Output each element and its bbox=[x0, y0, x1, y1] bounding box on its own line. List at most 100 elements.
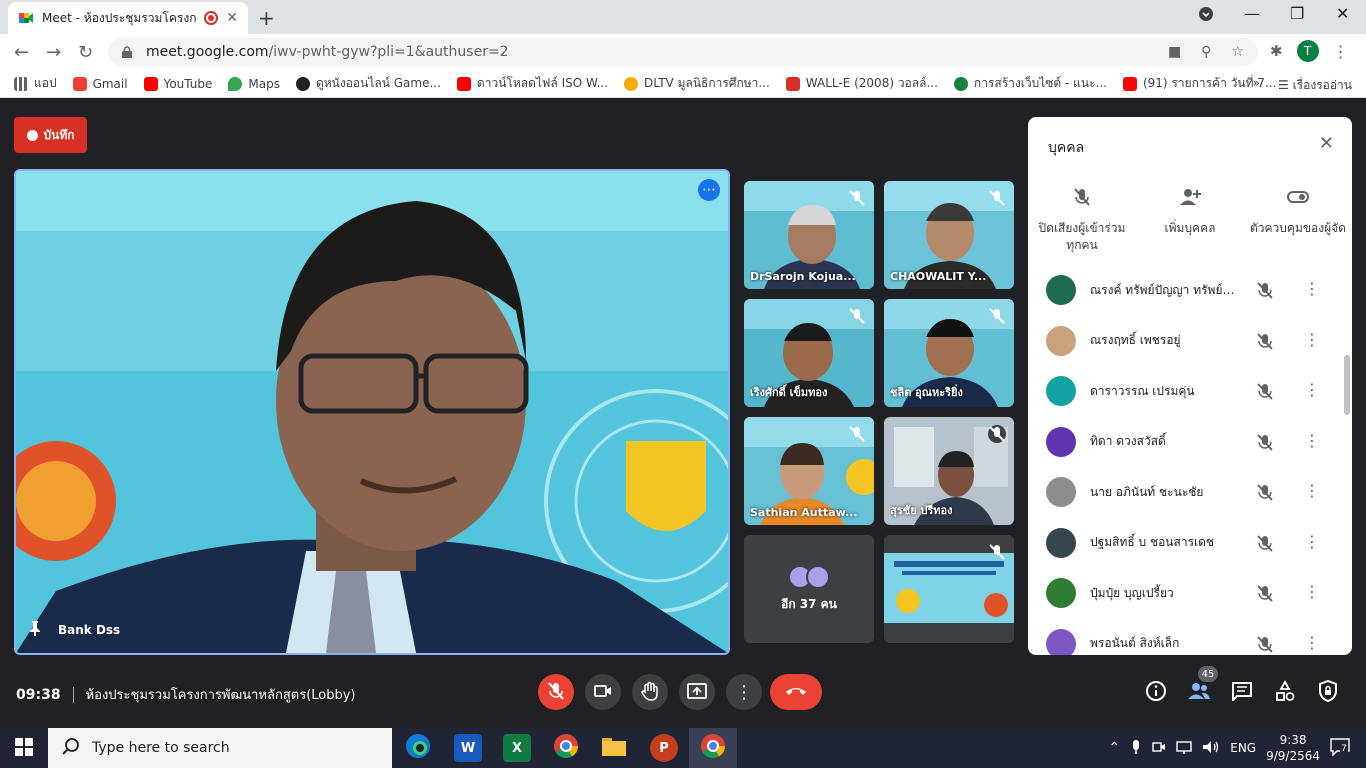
participant-name: ดาราวรรณ เปรมคุ่น bbox=[1090, 383, 1195, 398]
people-button[interactable] bbox=[1187, 680, 1211, 704]
presentation-tile[interactable] bbox=[884, 535, 1014, 643]
bookmark-walle[interactable]: WALL-E (2008) วอลล์... bbox=[785, 74, 938, 93]
volume-icon[interactable] bbox=[1202, 740, 1220, 757]
host-controls-button[interactable]: ตัวควบคุมของผู้จัด bbox=[1248, 187, 1348, 254]
reading-list-button[interactable]: ☰ เรื่องรออ่าน bbox=[1278, 76, 1352, 95]
bookmark-iso[interactable]: ดาวน์โหลดไฟล์ ISO W... bbox=[456, 74, 608, 93]
close-panel-button[interactable]: ✕ bbox=[1319, 133, 1334, 154]
edge-app-button[interactable] bbox=[404, 734, 432, 762]
recording-button[interactable]: บันทึก bbox=[14, 117, 87, 153]
muted-mic-icon[interactable] bbox=[1256, 635, 1274, 653]
minimize-button[interactable]: — bbox=[1244, 4, 1260, 23]
new-tab-button[interactable]: + bbox=[258, 6, 275, 30]
forward-button[interactable]: → bbox=[46, 42, 61, 63]
back-button[interactable]: ← bbox=[14, 42, 29, 63]
participant-more-button[interactable]: ⋮ bbox=[1304, 481, 1320, 500]
participant-more-button[interactable]: ⋮ bbox=[1304, 633, 1320, 652]
chat-button[interactable] bbox=[1230, 680, 1254, 704]
participant-row[interactable]: ปฐมสิทธิ์ บ ชอนสารเดช ⋮ bbox=[1028, 518, 1352, 569]
reading-list-icon: ☰ bbox=[1278, 78, 1293, 92]
address-bar[interactable]: meet.google.com /iwv-pwht-gyw?pli=1&auth… bbox=[108, 38, 1258, 66]
chrome-app-button[interactable] bbox=[552, 734, 580, 762]
participant-more-button[interactable]: ⋮ bbox=[1304, 532, 1320, 551]
system-clock[interactable]: 9:38 9/9/2564 bbox=[1266, 732, 1320, 764]
bookmark-youtube[interactable]: YouTube bbox=[143, 76, 212, 91]
participant-tile[interactable]: เริงศักดิ์ เข็มทอง bbox=[744, 299, 874, 407]
restore-button[interactable]: ❐ bbox=[1290, 4, 1304, 23]
more-participants-tile[interactable]: อีก 37 คน bbox=[744, 535, 874, 643]
bookmark-dltv[interactable]: DLTV มูลนิธิการศึกษา... bbox=[623, 74, 770, 93]
bookmark-movie[interactable]: ดูหนังออนไลน์ Game... bbox=[295, 74, 441, 93]
close-tab-icon[interactable]: ✕ bbox=[226, 10, 238, 26]
participant-row[interactable]: ปุ๋มปุ๋ย บุญเปรี้ยว ⋮ bbox=[1028, 568, 1352, 619]
bookmark-gmail[interactable]: Gmail bbox=[72, 76, 128, 91]
participant-tile[interactable]: ชลิต อุณหะริยิ่ง bbox=[884, 299, 1014, 407]
participant-tile[interactable]: DrSarojn Kojua... bbox=[744, 181, 874, 289]
excel-app-button[interactable]: X bbox=[503, 734, 531, 762]
participant-tile[interactable]: CHAOWALIT Y... bbox=[884, 181, 1014, 289]
browser-menu-icon[interactable]: ⋮ bbox=[1333, 42, 1349, 61]
camera-permission-icon[interactable]: ■ bbox=[1168, 44, 1181, 60]
zoom-icon[interactable]: ⚲ bbox=[1201, 44, 1211, 60]
mic-toggle-button[interactable] bbox=[538, 674, 574, 710]
activities-button[interactable] bbox=[1273, 679, 1297, 704]
main-speaker-tile[interactable]: ⋯ Bank Dss bbox=[14, 169, 730, 655]
network-icon[interactable] bbox=[1176, 740, 1192, 757]
raise-hand-button[interactable] bbox=[632, 674, 668, 710]
participant-more-button[interactable]: ⋮ bbox=[1304, 279, 1320, 298]
muted-mic-icon[interactable] bbox=[1256, 534, 1274, 552]
muted-mic-icon[interactable] bbox=[1256, 281, 1274, 299]
start-button[interactable] bbox=[0, 728, 48, 768]
more-options-button[interactable]: ⋮ bbox=[726, 674, 762, 710]
muted-mic-icon[interactable] bbox=[1256, 332, 1274, 350]
close-window-button[interactable]: ✕ bbox=[1336, 4, 1349, 23]
tile-options-button[interactable]: ⋯ bbox=[698, 179, 720, 201]
chrome-icon bbox=[553, 733, 579, 763]
host-controls-shortcut-button[interactable] bbox=[1316, 679, 1340, 704]
leave-call-button[interactable] bbox=[770, 674, 822, 710]
participant-more-button[interactable]: ⋮ bbox=[1304, 330, 1320, 349]
extensions-icon[interactable]: ✱ bbox=[1270, 42, 1283, 60]
bookmark-apps[interactable]: แอป bbox=[14, 74, 57, 93]
muted-mic-icon[interactable] bbox=[1256, 584, 1274, 602]
profile-avatar[interactable]: T bbox=[1296, 40, 1319, 62]
word-app-button[interactable]: W bbox=[454, 734, 482, 762]
bookmarks-overflow-button[interactable]: » bbox=[1253, 76, 1260, 95]
add-people-button[interactable]: เพิ่มบุคคล bbox=[1140, 187, 1240, 254]
tab-search-icon[interactable] bbox=[1198, 6, 1214, 26]
camera-in-use-icon[interactable] bbox=[1152, 740, 1166, 757]
participant-more-button[interactable]: ⋮ bbox=[1304, 431, 1320, 450]
camera-toggle-button[interactable] bbox=[585, 674, 621, 710]
participant-tile[interactable]: Sathian Auttaw... bbox=[744, 417, 874, 525]
chrome-active-app-button[interactable] bbox=[699, 734, 727, 762]
bookmark-star-icon[interactable]: ☆ bbox=[1231, 44, 1244, 60]
participant-row[interactable]: ทิดา ดวงสวัสดิ์ ⋮ bbox=[1028, 417, 1352, 468]
bookmark-maps[interactable]: Maps bbox=[228, 76, 280, 91]
meeting-details-button[interactable] bbox=[1144, 680, 1168, 704]
participant-row[interactable]: พรอนันต์ สิงห์เล็ก ⋮ bbox=[1028, 619, 1352, 655]
participant-more-button[interactable]: ⋮ bbox=[1304, 380, 1320, 399]
input-language[interactable]: ENG bbox=[1230, 741, 1256, 755]
participant-more-button[interactable]: ⋮ bbox=[1304, 582, 1320, 601]
bookmark-website[interactable]: การสร้างเว็บไซต์ - แนะ... bbox=[953, 74, 1107, 93]
panel-scrollbar[interactable] bbox=[1344, 355, 1350, 415]
reload-button[interactable]: ↻ bbox=[78, 42, 93, 63]
powerpoint-app-button[interactable]: P bbox=[650, 734, 678, 762]
muted-mic-icon[interactable] bbox=[1256, 483, 1274, 501]
muted-mic-icon[interactable] bbox=[1256, 382, 1274, 400]
chevron-up-icon[interactable]: ⌃ bbox=[1109, 740, 1121, 756]
participant-row[interactable]: ดาราวรรณ เปรมคุ่น ⋮ bbox=[1028, 366, 1352, 417]
present-screen-button[interactable] bbox=[679, 674, 715, 710]
participant-row[interactable]: นาย อภินันท์ ชะนะชัย ⋮ bbox=[1028, 467, 1352, 518]
notifications-button[interactable]: 7 bbox=[1330, 737, 1350, 759]
participant-row[interactable]: ณรงฤทธิ์ เพชรอยู่ ⋮ bbox=[1028, 316, 1352, 367]
microphone-in-use-icon[interactable] bbox=[1130, 739, 1142, 758]
pin-icon[interactable] bbox=[28, 620, 42, 639]
browser-tab-meet[interactable]: Meet - ห้องประชุมรวมโครงการพั ✕ bbox=[8, 2, 248, 34]
taskbar-search-input[interactable]: Type here to search bbox=[48, 728, 392, 768]
participant-row[interactable]: ณรงค์ ทรัพย์ปัญญา ทรัพย์ปั... ⋮ bbox=[1028, 265, 1352, 316]
file-explorer-button[interactable] bbox=[600, 734, 628, 762]
muted-mic-icon[interactable] bbox=[1256, 433, 1274, 451]
mute-all-button[interactable]: ปิดเสียงผู้เข้าร่วมทุกคน bbox=[1032, 187, 1132, 254]
participant-tile[interactable]: สุรชัย ปรีทอง bbox=[884, 417, 1014, 525]
